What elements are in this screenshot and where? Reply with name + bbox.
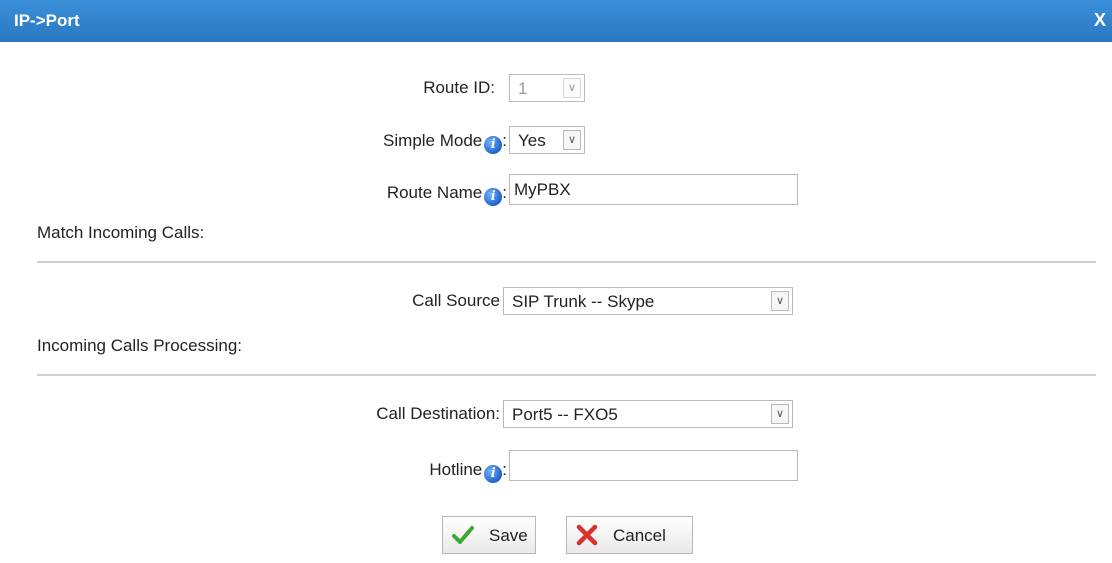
save-label: Save: [489, 526, 528, 545]
x-mark-icon: [576, 524, 598, 546]
route-id-select[interactable]: 1 ∨: [509, 74, 585, 102]
hotline-label-group: Hotline i:: [429, 460, 507, 483]
simple-mode-colon: :: [502, 131, 507, 150]
chevron-down-icon: ∨: [771, 291, 789, 311]
call-destination-select[interactable]: Port5 -- FXO5 ∨: [503, 400, 793, 428]
simple-mode-label-group: Simple Mode i:: [383, 131, 507, 154]
cancel-label: Cancel: [613, 526, 666, 545]
call-source-label: Call Source: [412, 291, 500, 310]
route-name-label-group: Route Name i:: [387, 183, 507, 206]
info-icon[interactable]: i: [484, 465, 503, 483]
cancel-button[interactable]: Cancel: [566, 516, 693, 554]
section-divider: [37, 374, 1096, 376]
call-source-select[interactable]: SIP Trunk -- Skype ∨: [503, 287, 793, 315]
checkmark-icon: [452, 526, 474, 544]
match-section-heading: Match Incoming Calls:: [37, 223, 205, 242]
dialog-title: IP->Port: [14, 11, 80, 30]
info-icon[interactable]: i: [484, 136, 503, 154]
route-id-value: 1: [518, 79, 528, 98]
section-divider: [37, 261, 1096, 263]
hotline-label: Hotline: [429, 460, 483, 479]
call-destination-value: Port5 -- FXO5: [512, 405, 618, 424]
dialog-titlebar: IP->Port X: [0, 0, 1112, 42]
route-id-label: Route ID:: [423, 78, 495, 97]
route-name-label: Route Name: [386, 183, 483, 202]
call-source-value: SIP Trunk -- Skype: [512, 292, 655, 311]
route-name-input[interactable]: [509, 174, 798, 205]
hotline-input[interactable]: [509, 450, 798, 481]
call-destination-label: Call Destination:: [376, 404, 500, 423]
close-button[interactable]: X: [1094, 10, 1106, 31]
route-name-colon: :: [502, 183, 507, 202]
save-button[interactable]: Save: [442, 516, 536, 554]
chevron-down-icon: ∨: [771, 404, 789, 424]
processing-section-heading: Incoming Calls Processing:: [37, 336, 243, 355]
hotline-colon: :: [502, 460, 507, 479]
chevron-down-icon: ∨: [563, 78, 581, 98]
simple-mode-label: Simple Mode: [383, 131, 483, 150]
simple-mode-value: Yes: [518, 131, 546, 150]
simple-mode-select[interactable]: Yes ∨: [509, 126, 585, 154]
chevron-down-icon: ∨: [563, 130, 581, 150]
info-icon[interactable]: i: [484, 188, 503, 206]
